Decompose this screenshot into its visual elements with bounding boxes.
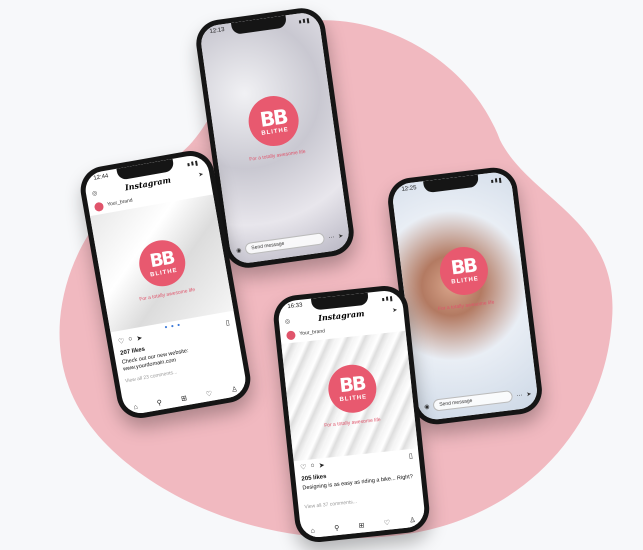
avatar[interactable] [285, 329, 296, 340]
search-icon[interactable]: ⚲ [156, 398, 162, 407]
share-icon[interactable]: ➤ [136, 334, 143, 343]
phone-screen: 16:33 ◎ Instagram ➤ Your_brand BB BLITHE… [276, 289, 427, 539]
avatar[interactable] [93, 201, 105, 212]
account-name[interactable]: Your_brand [299, 328, 325, 337]
logo-mark: BB [258, 103, 288, 132]
send-icon[interactable]: ➤ [198, 170, 204, 178]
more-icon[interactable]: ⋯ [516, 391, 523, 399]
bookmark-icon[interactable]: ▯ [408, 452, 414, 460]
send-icon[interactable]: ➤ [392, 306, 398, 313]
signal-icon [298, 15, 310, 26]
signal-icon [382, 293, 393, 304]
add-post-icon[interactable]: ⊞ [358, 521, 365, 530]
send-icon[interactable]: ➤ [526, 390, 532, 398]
bookmark-icon[interactable]: ▯ [225, 319, 230, 327]
status-time: 12:25 [401, 185, 417, 193]
phone-feed-bottom: 16:33 ◎ Instagram ➤ Your_brand BB BLITHE… [271, 283, 432, 545]
home-icon[interactable]: ⌂ [133, 403, 138, 411]
heart-icon[interactable]: ♡ [383, 519, 391, 528]
status-time: 12:13 [209, 27, 225, 36]
view-comments-link[interactable]: View all 37 comments... [304, 499, 357, 510]
more-icon[interactable]: ⋯ [328, 233, 335, 241]
search-icon[interactable]: ⚲ [334, 524, 340, 532]
camera-icon[interactable]: ◉ [424, 403, 430, 411]
home-icon[interactable]: ⌂ [310, 527, 315, 534]
logo-mark: BB [338, 372, 366, 398]
heart-icon[interactable]: ♡ [300, 463, 307, 472]
logo-mark: BB [449, 254, 478, 280]
signal-icon [187, 158, 199, 170]
likes-count: 205 likes [301, 473, 327, 483]
profile-icon[interactable]: ♙ [231, 385, 238, 394]
share-icon[interactable]: ➤ [318, 461, 325, 470]
camera-icon[interactable]: ◎ [91, 189, 98, 197]
add-post-icon[interactable]: ⊞ [180, 394, 188, 403]
comment-icon[interactable]: ○ [310, 462, 315, 470]
post-caption: Check out our new website: www.yourdomai… [121, 348, 189, 373]
instagram-logo: Instagram [317, 308, 365, 323]
account-name[interactable]: Your_brand [107, 197, 133, 207]
heart-icon[interactable]: ♡ [205, 390, 213, 399]
signal-icon [490, 175, 502, 186]
camera-icon[interactable]: ◉ [236, 246, 242, 254]
comment-icon[interactable]: ○ [128, 336, 134, 345]
send-icon[interactable]: ➤ [338, 232, 344, 240]
profile-icon[interactable]: ♙ [409, 516, 416, 525]
status-time: 16:33 [287, 302, 303, 311]
camera-icon[interactable]: ◎ [285, 317, 291, 325]
heart-icon[interactable]: ♡ [118, 337, 125, 346]
promo-stage: 12:13 BB BLITHE For a totally awesome li… [0, 0, 643, 550]
